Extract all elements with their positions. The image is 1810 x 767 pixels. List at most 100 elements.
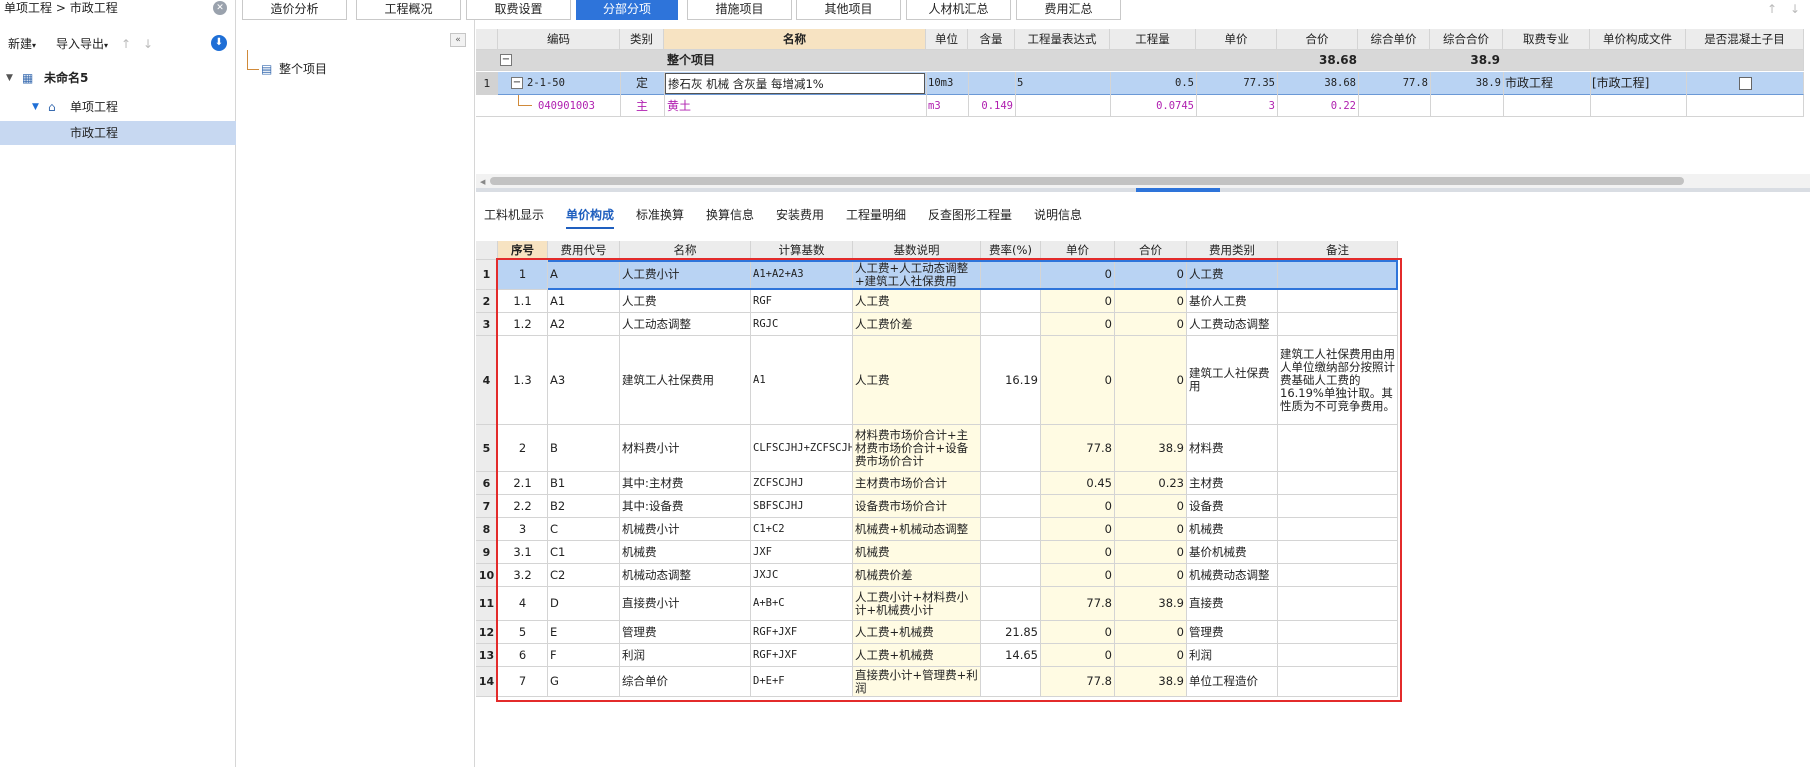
- base-description-cell[interactable]: 材料费市场价合计+主材费市场价合计+设备费市场价合计: [853, 425, 981, 472]
- fee-name-cell[interactable]: 直接费小计: [620, 587, 751, 621]
- unit-price-cell[interactable]: 0: [1041, 621, 1115, 644]
- note-cell[interactable]: [1278, 518, 1398, 541]
- note-cell[interactable]: [1278, 472, 1398, 495]
- base-description-cell[interactable]: 人工费价差: [853, 313, 981, 336]
- calc-base-cell[interactable]: ZCFSCJHJ: [751, 472, 853, 495]
- tab-description-info[interactable]: 说明信息: [1034, 207, 1082, 229]
- column-header[interactable]: 名称: [620, 241, 751, 260]
- column-header[interactable]: 单价: [1041, 241, 1115, 260]
- fee-name-cell[interactable]: 材料费小计: [620, 425, 751, 472]
- rate-cell[interactable]: 14.65: [981, 644, 1041, 667]
- fee-name-cell[interactable]: 机械动态调整: [620, 564, 751, 587]
- base-description-cell[interactable]: 人工费: [853, 336, 981, 425]
- base-description-cell[interactable]: 人工费+人工动态调整+建筑工人社保费用: [853, 260, 981, 290]
- rate-cell[interactable]: [981, 290, 1041, 313]
- calc-base-cell[interactable]: CLFSCJHJ+ZCFSCJHJ+SBFSCJHJ: [751, 425, 853, 472]
- note-cell[interactable]: [1278, 667, 1398, 697]
- tab-labor-material-display[interactable]: 工料机显示: [484, 207, 544, 229]
- move-down-icon[interactable]: ↓: [1790, 2, 1800, 16]
- seq-cell[interactable]: 5: [498, 621, 548, 644]
- fee-type-cell[interactable]: 直接费: [1187, 587, 1278, 621]
- collapse-toggle-icon[interactable]: −: [511, 77, 523, 89]
- total-cell[interactable]: 0: [1115, 336, 1187, 425]
- column-header[interactable]: 单价: [1196, 29, 1277, 50]
- total-cell[interactable]: 0: [1115, 495, 1187, 518]
- column-header[interactable]: 类别: [620, 29, 664, 50]
- fee-type-cell[interactable]: 机械费动态调整: [1187, 564, 1278, 587]
- total-cell[interactable]: 38.9: [1115, 587, 1187, 621]
- seq-cell[interactable]: 7: [498, 667, 548, 697]
- rate-cell[interactable]: [981, 667, 1041, 697]
- base-description-cell[interactable]: 机械费+机械动态调整: [853, 518, 981, 541]
- fee-code-cell[interactable]: C1: [548, 541, 620, 564]
- fee-type-cell[interactable]: 利润: [1187, 644, 1278, 667]
- total-cell[interactable]: 38.9: [1115, 667, 1187, 697]
- total-cell[interactable]: 0: [1115, 541, 1187, 564]
- material-price[interactable]: 3: [1196, 95, 1275, 117]
- calc-base-cell[interactable]: RGF+JXF: [751, 621, 853, 644]
- move-up-icon[interactable]: ↑: [1767, 2, 1777, 16]
- splitter[interactable]: [476, 188, 1810, 192]
- fee-name-cell[interactable]: 机械费: [620, 541, 751, 564]
- collapse-icon[interactable]: «: [450, 33, 466, 47]
- column-header[interactable]: 合价: [1115, 241, 1187, 260]
- fee-type-cell[interactable]: 设备费: [1187, 495, 1278, 518]
- unit-price-cell[interactable]: 77.8: [1041, 425, 1115, 472]
- tab-reverse-graphic-quantity[interactable]: 反查图形工程量: [928, 207, 1012, 229]
- calc-base-cell[interactable]: JXJC: [751, 564, 853, 587]
- rate-cell[interactable]: [981, 472, 1041, 495]
- fee-name-cell[interactable]: 人工费: [620, 290, 751, 313]
- column-header[interactable]: 取费专业: [1503, 29, 1590, 50]
- item-category[interactable]: 定: [620, 72, 664, 95]
- tab-other-items[interactable]: 其他项目: [796, 0, 901, 20]
- unit-price-cell[interactable]: 0: [1041, 564, 1115, 587]
- seq-cell[interactable]: 1: [498, 260, 548, 290]
- item-quantity[interactable]: 0.5: [1110, 72, 1194, 95]
- unit-price-cell[interactable]: 0: [1041, 644, 1115, 667]
- calc-base-cell[interactable]: D+E+F: [751, 667, 853, 697]
- rate-cell[interactable]: [981, 313, 1041, 336]
- fee-type-cell[interactable]: 管理费: [1187, 621, 1278, 644]
- rate-cell[interactable]: [981, 425, 1041, 472]
- seq-cell[interactable]: 1.2: [498, 313, 548, 336]
- column-header[interactable]: 计算基数: [751, 241, 853, 260]
- unit-price-cell[interactable]: 0: [1041, 260, 1115, 290]
- note-cell[interactable]: 建筑工人社保费用由用人单位缴纳部分按照计费基础人工费的16.19%单独计取。其性…: [1278, 336, 1398, 425]
- unit-price-cell[interactable]: 0: [1041, 290, 1115, 313]
- horizontal-scrollbar[interactable]: ◀: [476, 174, 1810, 188]
- base-description-cell[interactable]: 机械费价差: [853, 564, 981, 587]
- calc-base-cell[interactable]: RGJC: [751, 313, 853, 336]
- rate-cell[interactable]: [981, 587, 1041, 621]
- unit-price-cell[interactable]: 0: [1041, 541, 1115, 564]
- seq-cell[interactable]: 2: [498, 425, 548, 472]
- chevron-down-icon[interactable]: ▼: [6, 66, 13, 90]
- tab-install-fees[interactable]: 安装费用: [776, 207, 824, 229]
- seq-cell[interactable]: 6: [498, 644, 548, 667]
- total-cell[interactable]: 0: [1115, 644, 1187, 667]
- seq-cell[interactable]: 1.1: [498, 290, 548, 313]
- tree-item-unit-project[interactable]: 市政工程: [0, 121, 236, 145]
- tab-project-overview[interactable]: 工程概况: [356, 0, 461, 20]
- column-header[interactable]: 是否混凝土子目: [1686, 29, 1804, 50]
- unit-price-cell[interactable]: 0: [1041, 313, 1115, 336]
- chevron-left-icon[interactable]: ◀: [480, 178, 485, 186]
- calc-base-cell[interactable]: A1: [751, 336, 853, 425]
- move-down-icon[interactable]: ↓: [143, 34, 153, 54]
- fee-code-cell[interactable]: A1: [548, 290, 620, 313]
- item-code[interactable]: 2-1-50: [527, 72, 565, 95]
- total-cell[interactable]: 0: [1115, 260, 1187, 290]
- collapse-toggle-icon[interactable]: −: [500, 54, 512, 66]
- column-header[interactable]: 单价构成文件: [1590, 29, 1686, 50]
- rate-cell[interactable]: [981, 518, 1041, 541]
- calc-base-cell[interactable]: A+B+C: [751, 587, 853, 621]
- fee-code-cell[interactable]: B1: [548, 472, 620, 495]
- base-description-cell[interactable]: 人工费: [853, 290, 981, 313]
- unit-price-cell[interactable]: 0.45: [1041, 472, 1115, 495]
- fee-type-cell[interactable]: 材料费: [1187, 425, 1278, 472]
- column-header[interactable]: 综合单价: [1358, 29, 1430, 50]
- total-cell[interactable]: 0: [1115, 290, 1187, 313]
- import-export-button[interactable]: 导入导出▾: [56, 34, 108, 54]
- calc-base-cell[interactable]: RGF: [751, 290, 853, 313]
- download-icon[interactable]: ⬇: [211, 35, 227, 51]
- unit-price-cell[interactable]: 0: [1041, 518, 1115, 541]
